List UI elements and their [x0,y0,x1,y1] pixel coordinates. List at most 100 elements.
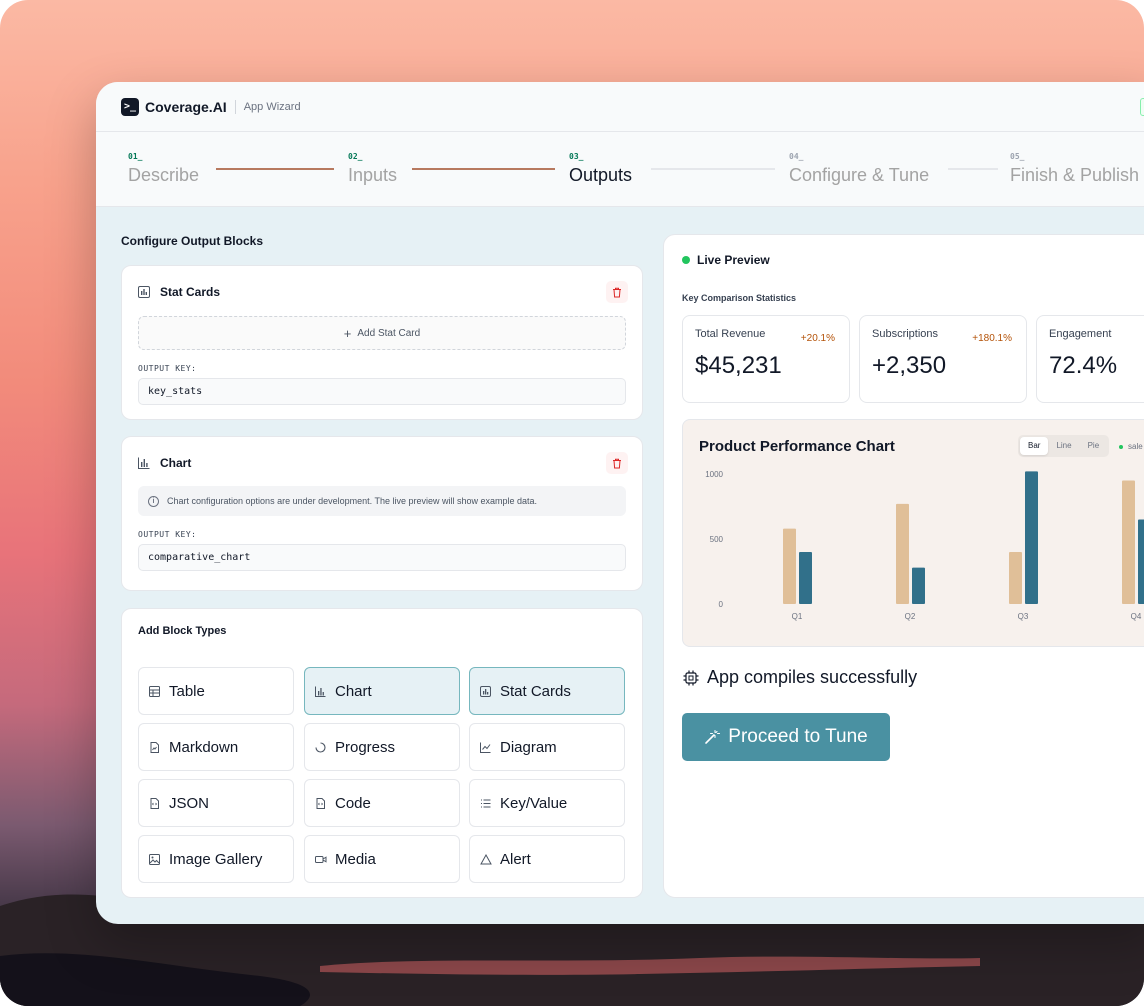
block-type-label: Chart [335,682,372,700]
output-key-input[interactable]: key_stats [138,378,626,405]
step-connector [412,168,555,170]
block-type-key-value[interactable]: Key/Value [469,779,625,827]
breadcrumb: App Wizard [243,100,301,113]
divider [234,99,236,114]
step-number: 02_ [348,152,363,161]
info-text: Chart configuration options are under de… [167,496,538,506]
block-type-diagram[interactable]: Diagram [469,723,625,771]
bar-q2-series-1[interactable] [896,503,909,604]
block-type-alert[interactable]: Alert [469,835,625,883]
step-number: 04_ [789,152,804,161]
bar-q2-series-2[interactable] [912,567,925,604]
step-number: 03_ [569,152,584,161]
y-tick-label: 0 [719,600,724,609]
stat-value: $45,231 [695,352,782,379]
bar-q1-series-2[interactable] [799,552,812,604]
step-title: Inputs [348,165,398,185]
chart-legend: sale [1119,442,1143,451]
stats-subtitle: Key Comparison Statistics [682,293,797,303]
live-preview-panel: Live Preview Key Comparison Statistics T… [663,234,1144,898]
stat-cards-icon [479,685,492,697]
trash-icon [613,458,621,468]
video-camera-icon [314,854,327,865]
x-tick-label: Q2 [905,612,916,621]
block-type-media[interactable]: Media [304,835,460,883]
compile-status-text: App compiles successfully [707,667,918,687]
trash-icon [613,287,621,297]
stat-card: Total Revenue +20.1% $45,231 [682,315,850,403]
block-type-label: Progress [335,738,396,756]
step-title: Outputs [569,165,633,185]
product-performance-chart: Product Performance Chart Bar Line Pie s… [682,419,1144,647]
stat-delta: +180.1% [972,333,1012,344]
image-icon [148,853,161,865]
chart-title: Product Performance Chart [699,438,895,455]
proceed-label: Proceed to Tune [728,726,868,747]
block-type-code[interactable]: Code [304,779,460,827]
block-title: Stat Cards [160,285,221,299]
block-type-label: Stat Cards [500,682,571,700]
compile-status: App compiles successfully [682,667,917,688]
markdown-icon [148,741,161,753]
block-type-label: Markdown [169,738,239,756]
step-inputs[interactable]: 02_ Inputs [348,152,397,186]
warning-triangle-icon [479,853,492,865]
live-preview-header: Live Preview [682,253,770,267]
plus-icon: + [343,325,352,341]
step-connector [216,168,334,170]
block-type-progress[interactable]: Progress [304,723,460,771]
info-notice: i Chart configuration options are under … [138,486,626,516]
add-stat-card-label: Add Stat Card [357,327,421,339]
block-type-markdown[interactable]: Markdown [138,723,294,771]
code-file-icon [314,797,327,809]
bar-q3-series-1[interactable] [1009,552,1022,604]
step-title: Describe [128,165,200,185]
table-icon [148,685,161,697]
step-number: 01_ [128,152,143,161]
stat-value: +2,350 [872,352,947,379]
block-type-image-gallery[interactable]: Image Gallery [138,835,294,883]
output-key-label: OUTPUT KEY: [138,530,197,539]
chart-type-switcher: Bar Line Pie [1018,435,1110,457]
chart-block: Chart i Chart configuration options are … [121,436,643,591]
proceed-to-tune-button[interactable]: Proceed to Tune [682,713,890,761]
add-stat-card-button[interactable]: + Add Stat Card [138,316,626,350]
chart-tab-pie[interactable]: Pie [1080,437,1108,455]
bar-q1-series-1[interactable] [783,528,796,604]
plan-badge: PI [1140,98,1144,116]
bar-q3-series-2[interactable] [1025,471,1038,604]
block-type-stat-cards[interactable]: Stat Cards [469,667,625,715]
list-icon [479,798,492,809]
chart-tab-line[interactable]: Line [1048,437,1079,455]
step-configure-tune[interactable]: 04_ Configure & Tune [789,152,929,186]
stat-cards-block: Stat Cards + Add Stat Card OUTPUT KEY: k… [121,265,643,420]
live-preview-title: Live Preview [697,253,770,267]
info-icon: i [148,495,159,507]
step-outputs[interactable]: 03_ Outputs [569,152,632,186]
brand-name: Coverage.AI [145,98,227,115]
bar-q4-series-2[interactable] [1138,519,1144,605]
output-key-input[interactable]: comparative_chart [138,544,626,571]
bar-chart-icon [314,686,327,697]
x-tick-label: Q4 [1131,612,1142,621]
x-tick-label: Q1 [792,612,803,621]
step-finish-publish[interactable]: 05_ Finish & Publish [1010,152,1139,186]
chart-tab-bar[interactable]: Bar [1020,437,1049,455]
stat-value: 72.4% [1049,352,1118,379]
magic-wand-icon [705,729,721,744]
output-key-label: OUTPUT KEY: [138,364,197,373]
block-type-label: Image Gallery [169,850,263,868]
top-bar: >_ Coverage.AI App Wizard PI [96,82,1144,132]
block-type-chart[interactable]: Chart [304,667,460,715]
bar-q4-series-1[interactable] [1122,480,1135,605]
app-window: >_ Coverage.AI App Wizard PI 01_ Describ… [96,82,1144,924]
stat-label: Engagement [1049,328,1112,340]
stat-card: Engagement 72.4% [1036,315,1144,403]
delete-block-button[interactable] [606,452,628,474]
delete-block-button[interactable] [606,281,628,303]
block-type-label: Alert [500,850,531,868]
step-describe[interactable]: 01_ Describe [128,152,199,186]
block-type-json[interactable]: JSON [138,779,294,827]
stat-delta: +20.1% [800,333,835,344]
block-type-table[interactable]: Table [138,667,294,715]
